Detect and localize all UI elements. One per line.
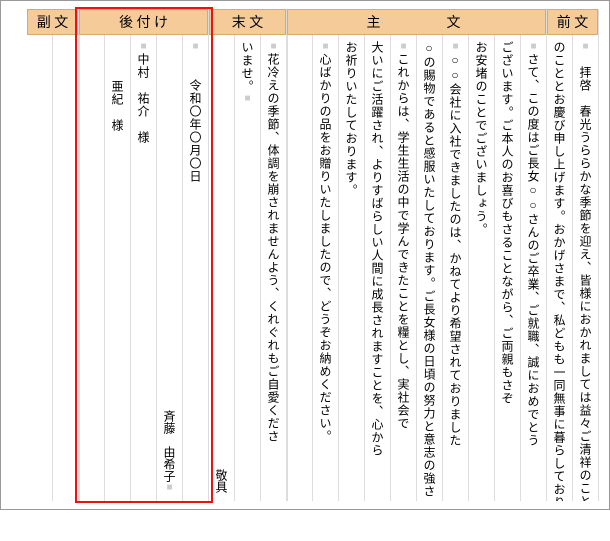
text-column: のこととお慶び申し上げます。おかげさまで、私どもも一同無事に暮らしております。 [546,35,572,501]
date-text: 令和〇年〇月〇日 [188,53,202,183]
section-header-postscript: 後 付 け [79,9,208,35]
line: いませ。■ [235,35,260,501]
section-main: 主 文 ■さて、この度はご長女○○さんのご卒業、ご就職、誠におめでとう ございま… [287,9,547,501]
section-header-preamble: 前 文 [547,9,598,35]
section-header-closing: 末 文 [209,9,286,35]
text-column: お祈りいたしております。 [338,35,364,501]
line [80,35,104,501]
line: 大いにご活躍され、よりすばらしい人間に成長されますことを、心から [365,35,390,501]
text-column: ○の賜物であると感服いたしております。ご長女様の日頃の努力と意志の強さ [416,35,442,501]
section-header-sub: 副 文 [27,9,78,35]
text-column [79,35,104,501]
recipient-line-1: ■中村 祐介 様 [131,35,156,501]
text-column: ■中村 祐介 様 [130,35,156,501]
text-column [287,35,312,501]
line: ■心ばかりの品をお贈りいたしましたので、どうぞお納めください。 [313,35,338,501]
text-column: お安堵のことでございましょう。 [468,35,494,501]
date-line: ■ 令和〇年〇月〇日 [183,35,208,501]
line: ■○○会社に入社できましたのは、かねてより希望されておりました [443,35,468,501]
text-column: 斉藤 由希子■ [156,35,182,501]
line: ○の賜物であると感服いたしております。ご長女様の日頃の努力と意志の強さ [417,35,442,501]
closing-word: 敬具 [208,469,234,493]
line [27,35,52,501]
text-column [52,35,78,501]
line-cont: のこととお慶び申し上げます。おかげさまで、私どもも一同無事に暮らしております。 [547,35,572,501]
text-column: ■さて、この度はご長女○○さんのご卒業、ご就職、誠におめでとう [520,35,546,501]
sender-name: 斉藤 由希子 [162,410,176,482]
section-closing: 末 文 ■花冷えの季節、体調を崩されませんよう、くれぐれもご自愛くださ いませ。… [209,9,287,501]
text-column: ■花冷えの季節、体調を崩されませんよう、くれぐれもご自愛くださ [260,35,286,501]
preamble-text-0: 拝啓 春光うららかな季節を迎え、皆様におかれましては益々ご清祥のこととお慶び申し… [578,53,592,501]
line: ございます。ご本人のお喜びもさることながら、ご両親もさぞ [495,35,520,501]
section-postscript: 後 付 け ■ 令和〇年〇月〇日 斉藤 由希子■ ■中村 祐介 様 亜紀 様 [79,9,209,501]
text-column: ございます。ご本人のお喜びもさることながら、ご両親もさぞ [494,35,520,501]
letter-page: 前 文 ■ 拝啓 春光うららかな季節を迎え、皆様におかれましては益々ご清祥のこと… [0,0,610,510]
line [53,35,78,501]
text-column: ■これからは、学生生活の中で学んできたことを糧とし、実社会で [390,35,416,501]
text-column: ■○○会社に入社できましたのは、かねてより希望されておりました [442,35,468,501]
text-column: 亜紀 様 [104,35,130,501]
line: お祈りいたしております。 [339,35,364,501]
text-column: ■心ばかりの品をお贈りいたしましたので、どうぞお納めください。 [312,35,338,501]
line: ■さて、この度はご長女○○さんのご卒業、ご就職、誠におめでとう [521,35,546,501]
line: ■花冷えの季節、体調を崩されませんよう、くれぐれもご自愛くださ [261,35,286,501]
text-column [27,35,52,501]
line: ■これからは、学生生活の中で学んできたことを糧とし、実社会で [391,35,416,501]
text-column: 大いにご活躍され、よりすばらしい人間に成長されますことを、心から [364,35,390,501]
recipient1: 中村 祐介 様 [136,53,150,144]
recipient-line-2: 亜紀 様 [105,35,130,501]
line: お安堵のことでございましょう。 [469,35,494,501]
line: ■ 拝啓 春光うららかな季節を迎え、皆様におかれましては益々ご清祥のこととお慶び… [573,35,598,501]
section-sub: 副 文 [27,9,79,501]
text-column: ■ 令和〇年〇月〇日 [182,35,208,501]
text-column: ■ 拝啓 春光うららかな季節を迎え、皆様におかれましては益々ご清祥のこととお慶び… [572,35,598,501]
text-column: いませ。■ [234,35,260,501]
line [288,35,312,501]
section-preamble: 前 文 ■ 拝啓 春光うららかな季節を迎え、皆様におかれましては益々ご清祥のこと… [547,9,599,501]
section-header-main: 主 文 [287,9,546,35]
text-column: 敬具 [208,35,234,501]
